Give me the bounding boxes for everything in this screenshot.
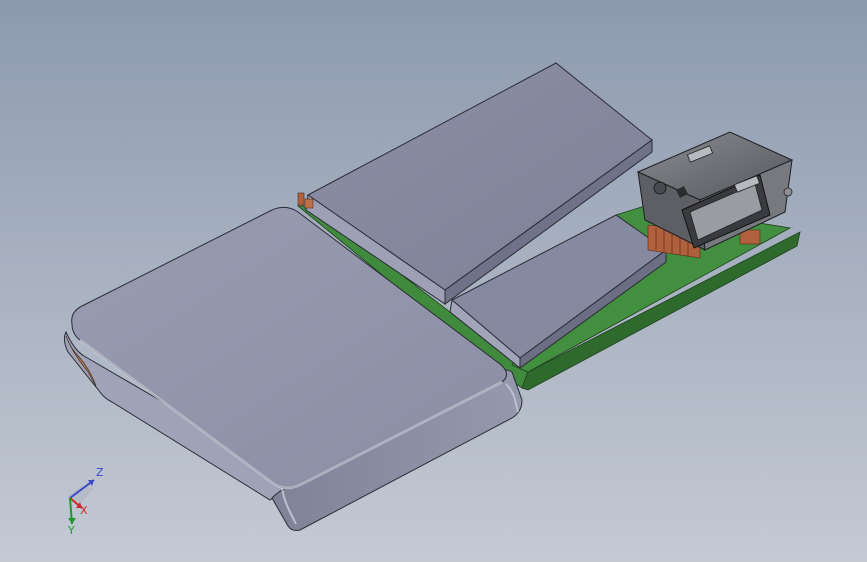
x-axis-label: X [80, 504, 88, 517]
z-axis-label: Z [96, 466, 104, 479]
y-axis-label: Y [67, 524, 75, 537]
3d-graphics-viewport[interactable]: Z X Y [0, 0, 867, 562]
scene-canvas[interactable]: Z X Y [0, 0, 867, 562]
